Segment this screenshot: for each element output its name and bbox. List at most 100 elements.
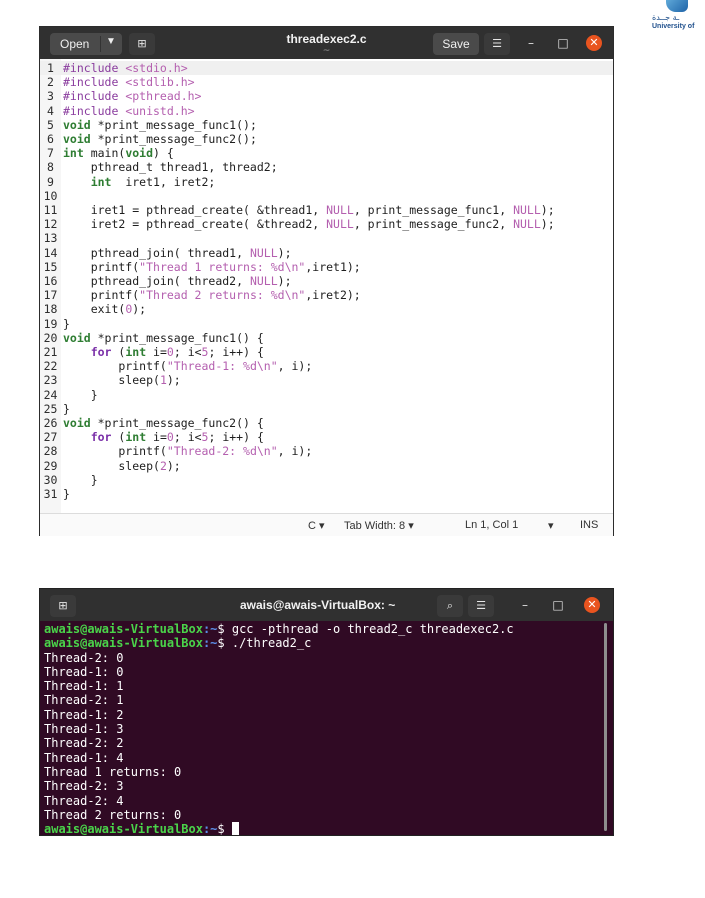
line-number: 27 [43,430,58,445]
prompt-path: :~ [202,622,218,636]
code-line[interactable]: 28 printf("Thread-2: %d\n", i); [40,444,613,458]
terminal-output-line: Thread-2: 2 [44,736,124,751]
terminal-cursor [231,822,239,835]
close-icon[interactable]: ✕ [584,597,600,613]
code-line[interactable]: 3 #include <pthread.h> [40,89,613,103]
code-text: } [63,472,98,487]
maximize-icon[interactable]: □ [550,597,566,613]
line-number: 17 [43,288,58,303]
code-line[interactable]: 6 void *print_message_func2(); [40,132,613,146]
line-number: 21 [43,345,58,359]
close-icon[interactable]: ✕ [586,35,602,51]
terminal-prompt-line: awais@awais-VirtualBox:~$ ./thread2_c [44,636,604,650]
code-line[interactable]: 19} [40,317,613,331]
cursor-position[interactable]: Ln 1, Col 1 [465,519,518,531]
line-number: 25 [43,401,58,416]
code-line[interactable]: 23 sleep(1); [40,373,613,387]
code-line[interactable]: 4 #include <unistd.h> [40,104,613,118]
terminal-headerbar: ⊞ awais@awais-VirtualBox: ~ ⌕ ☰ – □ ✕ [40,589,613,621]
text-editor-window: Open ▼ ⊞ threadexec2.c ~ Save ☰ – □ ✕ 1 #… [39,26,614,536]
code-line[interactable]: 29 sleep(2); [40,459,613,473]
minimize-icon[interactable]: – [517,597,533,613]
code-line[interactable]: 13 [40,231,613,245]
code-text: } [63,487,70,501]
terminal-title: awais@awais-VirtualBox: ~ [240,598,396,612]
editor-statusbar: C ▾ Tab Width: 8 ▾ Ln 1, Col 1 ▾ INS [40,513,613,536]
terminal-output-line: Thread-2: 3 [44,779,124,794]
code-line[interactable]: 31} [40,487,613,501]
code-line[interactable]: 25} [40,402,613,416]
code-line[interactable]: 22 printf("Thread-1: %d\n", i); [40,359,613,373]
code-text: int iret1, iret2; [90,174,216,189]
code-line[interactable]: 16 pthread_join( thread2, NULL); [40,274,613,288]
code-line[interactable]: 17 printf("Thread 2 returns: %d\n",iret2… [40,288,613,302]
line-number: 5 [47,117,54,132]
new-tab-icon[interactable]: ⊞ [50,595,76,617]
minimize-icon[interactable]: – [523,35,539,51]
code-line[interactable]: 26 void *print_message_func2() { [40,416,613,430]
prompt-path: :~ [202,636,218,651]
line-number: 15 [43,259,58,274]
line-number: 14 [43,245,58,260]
code-line[interactable]: 15 printf("Thread 1 returns: %d\n",iret1… [40,260,613,274]
code-text: printf("Thread 2 returns: %d\n",iret2); [63,288,361,303]
line-number: 2 [47,75,54,90]
line-number: 13 [43,231,58,246]
maximize-icon[interactable]: □ [555,35,571,51]
code-line[interactable]: 18 exit(0); [40,302,613,316]
code-text: pthread_join( thread2, NULL); [63,274,292,288]
line-number: 11 [43,203,58,217]
code-text: pthread_t thread1, thread2; [63,160,278,175]
code-line[interactable]: 30 } [40,473,613,487]
line-number: 4 [47,103,54,118]
language-selector[interactable]: C ▾ [308,519,325,532]
code-text: void *print_message_func1() { [63,330,264,345]
line-number: 8 [47,160,54,175]
hamburger-menu-icon[interactable]: ☰ [484,33,510,55]
scrollbar[interactable] [604,623,607,831]
terminal-output-line: Thread-2: 1 [44,693,124,708]
code-text: #include <stdlib.h> [63,75,195,90]
code-line[interactable]: 7 int main(void) { [40,146,613,160]
code-text: sleep(2); [63,458,181,473]
search-icon[interactable]: ⌕ [437,595,463,617]
code-line[interactable]: 5 void *print_message_func1(); [40,118,613,132]
code-text: pthread_join( thread1, NULL); [63,245,292,260]
terminal-output-line: Thread 1 returns: 0 [44,764,182,779]
line-number: 29 [43,458,58,473]
terminal-output-line: Thread-2: 0 [44,650,124,665]
code-line[interactable]: 11 iret1 = pthread_create( &thread1, NUL… [40,203,613,217]
save-button[interactable]: Save [433,33,479,55]
terminal-prompt-line: awais@awais-VirtualBox:~$ [44,822,604,835]
terminal-output-line: Thread-2: 4 [44,793,124,808]
line-number: 1 [47,61,54,75]
line-number: 18 [43,302,58,317]
terminal-window: ⊞ awais@awais-VirtualBox: ~ ⌕ ☰ – □ ✕ aw… [39,588,614,836]
tab-width-selector[interactable]: Tab Width: 8 ▾ [344,519,414,532]
code-line[interactable]: 1 #include <stdio.h> [40,61,613,76]
code-line[interactable]: 8 pthread_t thread1, thread2; [40,160,613,174]
insert-mode[interactable]: INS [580,519,598,531]
code-text: for (int i=0; i<5; i++) { [90,430,264,445]
code-line[interactable]: 12 iret2 = pthread_create( &thread2, NUL… [40,217,613,231]
code-editor[interactable]: 1 #include <stdio.h> 2 #include <stdlib.h> 3… [40,59,613,513]
code-line[interactable]: 24 } [40,388,613,402]
code-line[interactable]: 10 [40,189,613,203]
line-number: 31 [43,487,58,501]
code-line[interactable]: 9 int iret1, iret2; [40,175,613,189]
code-line[interactable]: 14 pthread_join( thread1, NULL); [40,246,613,260]
line-number: 6 [47,132,54,146]
hamburger-menu-icon[interactable]: ☰ [468,595,494,617]
code-line[interactable]: 2 #include <stdlib.h> [40,75,613,89]
terminal-output-line: Thread-1: 2 [44,707,124,722]
code-text: printf("Thread-1: %d\n", i); [63,359,313,374]
code-line[interactable]: 21 for (int i=0; i<5; i++) { [40,345,613,359]
code-text: printf("Thread 1 returns: %d\n",iret1); [63,259,361,274]
code-line[interactable]: 27 for (int i=0; i<5; i++) { [40,430,613,444]
mode-chevron[interactable]: ▾ [548,519,554,532]
line-number: 23 [43,373,58,388]
terminal-output[interactable]: awais@awais-VirtualBox:~$ gcc -pthread -… [44,622,604,835]
code-line[interactable]: 20 void *print_message_func1() { [40,331,613,345]
line-number: 10 [43,188,58,203]
terminal-output-line: Thread-1: 3 [44,722,124,737]
